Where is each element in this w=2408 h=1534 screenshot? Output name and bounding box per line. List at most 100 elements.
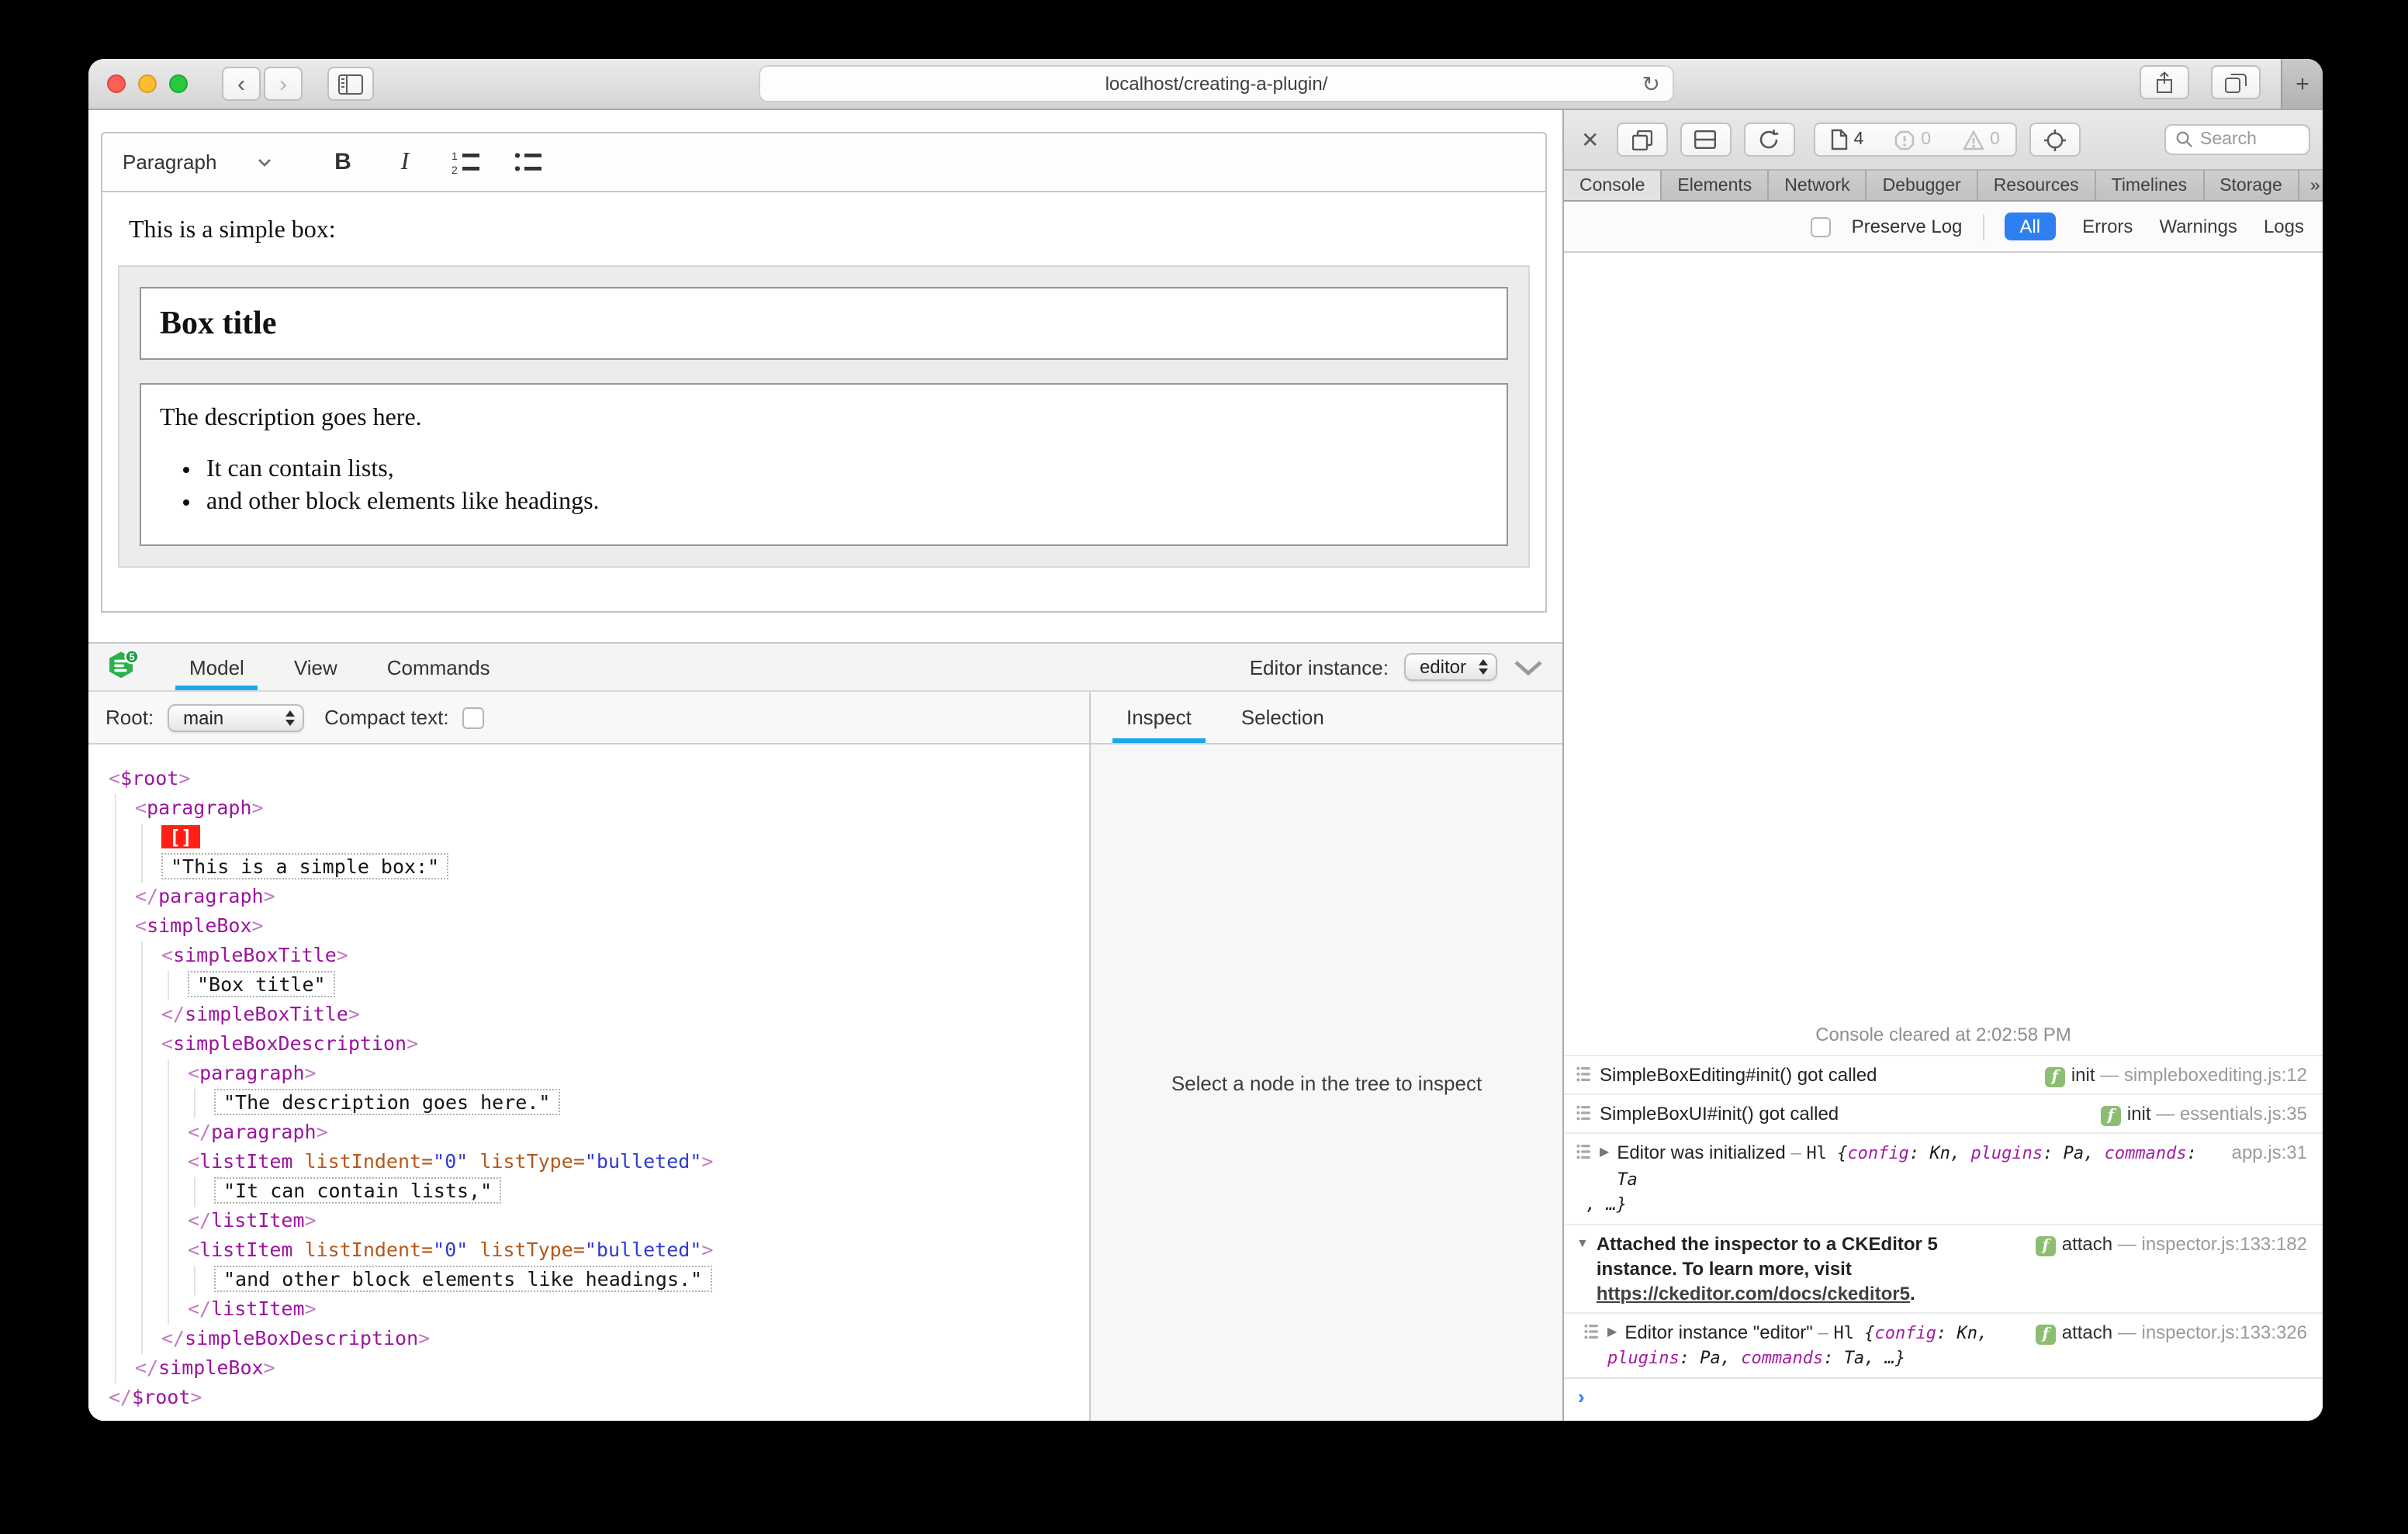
new-tab-button[interactable]: +	[2281, 59, 2323, 109]
zoom-window-button[interactable]	[169, 74, 188, 93]
list-item[interactable]: and other block elements like headings.	[206, 489, 1488, 517]
element-node-open[interactable]: <paragraph>	[188, 1059, 1089, 1089]
element-node-open[interactable]: <simpleBox>	[135, 912, 1089, 941]
console-entry[interactable]: ▼ Attached the inspector to a CKEditor 5 …	[1564, 1224, 2323, 1312]
console-link[interactable]: https://ckeditor.com/docs/ckeditor5	[1597, 1283, 1910, 1304]
sidebar-toggle-button[interactable]	[327, 67, 374, 101]
side-tab-selection[interactable]: Selection	[1227, 692, 1338, 743]
collapse-inspector-icon[interactable]	[1513, 658, 1544, 675]
more-tabs-button[interactable]: »	[2299, 171, 2323, 200]
devtools-tab-network[interactable]: Network	[1769, 171, 1867, 200]
console-entry[interactable]: ▶ Editor instance "editor" – Hl {config: …	[1564, 1312, 2323, 1377]
undock-button[interactable]	[1616, 123, 1668, 157]
console-entry[interactable]: ▶ Editor was initialized – Hl {config: Kn…	[1564, 1132, 2323, 1224]
element-node-open[interactable]: <$root>	[109, 765, 1089, 794]
model-tree[interactable]: <$root> <paragraph>[] "This is a simple bo…	[88, 745, 1091, 1421]
simple-box-description[interactable]: The description goes here. It can contai…	[140, 383, 1508, 546]
element-node-open[interactable]: <simpleBoxDescription>	[161, 1030, 1089, 1059]
console-location[interactable]: f attach — inspector.js:133:326	[2035, 1320, 2307, 1345]
inspector-tab-view[interactable]: View	[280, 644, 351, 690]
scope-errors[interactable]: Errors	[2082, 216, 2133, 237]
element-node-close[interactable]: </simpleBoxDescription>	[161, 1325, 1089, 1354]
list-item[interactable]: It can contain lists,	[206, 456, 1488, 484]
forward-button[interactable]: ›	[264, 67, 303, 101]
element-node-open[interactable]: <listItem listIndent="0" listType="bulle…	[188, 1236, 1089, 1266]
disclosure-collapsed-icon[interactable]: ▶	[1600, 1140, 1609, 1165]
element-node-close[interactable]: </simpleBoxTitle>	[161, 1000, 1089, 1030]
numbered-list-button[interactable]: 12	[450, 150, 484, 174]
element-node-close[interactable]: </$root>	[109, 1384, 1089, 1413]
element-node-close[interactable]: </paragraph>	[188, 1118, 1089, 1148]
simple-box-widget[interactable]: Box title The description goes here. It …	[118, 265, 1530, 568]
bold-button[interactable]: B	[326, 149, 360, 175]
close-inspector-button[interactable]: ✕	[1576, 126, 1604, 153]
disclosure-collapsed-icon[interactable]: ▶	[1607, 1320, 1617, 1345]
function-badge-icon: f	[2035, 1325, 2056, 1345]
devtools-tab-console[interactable]: Console	[1564, 171, 1662, 200]
back-button[interactable]: ‹	[222, 67, 261, 101]
minimize-window-button[interactable]	[138, 74, 157, 93]
text-node[interactable]: "The description goes here."	[214, 1089, 1089, 1118]
address-bar[interactable]: localhost/creating-a-plugin/ ↻	[759, 65, 1674, 102]
devtools-tab-debugger[interactable]: Debugger	[1867, 171, 1978, 200]
inspector-tab-commands[interactable]: Commands	[373, 644, 504, 690]
compact-text-checkbox[interactable]	[462, 707, 485, 728]
object-preview[interactable]: Hl {config: Kn,	[1834, 1323, 1988, 1343]
preserve-log-checkbox[interactable]	[1811, 216, 1832, 237]
inspector-header: 5 Model View Commands Editor instance: edi…	[88, 644, 1562, 692]
side-tab-inspect[interactable]: Inspect	[1112, 692, 1206, 743]
description-text[interactable]: The description goes here.	[160, 405, 1488, 433]
console-prompt[interactable]: ›	[1564, 1377, 2323, 1421]
console-location[interactable]: f attach — inspector.js:133:182	[2035, 1232, 2307, 1256]
element-node-close[interactable]: </paragraph>	[135, 883, 1089, 912]
box-title-text[interactable]: Box title	[160, 304, 1488, 343]
element-node-close[interactable]: </simpleBox>	[135, 1354, 1089, 1384]
close-window-button[interactable]	[107, 74, 126, 93]
share-button[interactable]	[2140, 65, 2189, 99]
text-node[interactable]: "It can contain lists,"	[214, 1177, 1089, 1207]
root-label: Root:	[106, 706, 154, 729]
intro-paragraph[interactable]: This is a simple box:	[129, 217, 1519, 245]
console-entry[interactable]: SimpleBoxUI#init() got called f init — ess…	[1564, 1093, 2323, 1132]
bulleted-list-button[interactable]	[512, 150, 546, 174]
scope-warnings[interactable]: Warnings	[2159, 216, 2237, 237]
console-location[interactable]: app.js:31	[2232, 1140, 2307, 1165]
italic-button[interactable]: I	[388, 148, 422, 176]
text-node[interactable]: "Box title"	[188, 971, 1089, 1000]
reload-page-button[interactable]	[1743, 123, 1795, 157]
element-node-open[interactable]: <paragraph>	[135, 794, 1089, 824]
editor-instance-select[interactable]: editor	[1403, 653, 1497, 681]
element-node-open[interactable]: <simpleBoxTitle>	[161, 941, 1089, 971]
element-picker-button[interactable]	[2029, 123, 2081, 157]
simple-box-title[interactable]: Box title	[140, 287, 1508, 360]
error-count-button[interactable]: 0	[1879, 130, 1946, 150]
devtools-tab-elements[interactable]: Elements	[1662, 171, 1770, 200]
console-entry[interactable]: SimpleBoxEditing#init() got called f init …	[1564, 1055, 2323, 1093]
selection-marker[interactable]: []	[161, 824, 1089, 853]
element-node-open[interactable]: <listItem listIndent="0" listType="bulle…	[188, 1148, 1089, 1177]
devtools-tab-resources[interactable]: Resources	[1978, 171, 2096, 200]
screen: ‹ › localhost/creating-a-plugin/ ↻ + Par…	[0, 0, 2408, 1534]
scope-all[interactable]: All	[2004, 212, 2057, 240]
console-location[interactable]: f init — essentials.js:35	[2100, 1101, 2307, 1126]
text-node[interactable]: "and other block elements like headings.…	[214, 1266, 1089, 1295]
editor-content[interactable]: This is a simple box: Box title The desc…	[101, 192, 1547, 613]
dock-to-bottom-button[interactable]	[1680, 123, 1732, 157]
search-field[interactable]: Search	[2164, 124, 2310, 155]
description-list[interactable]: It can contain lists, and other block ele…	[206, 456, 1488, 517]
warning-count-button[interactable]: 0	[1946, 130, 2015, 150]
element-node-close[interactable]: </listItem>	[188, 1295, 1089, 1325]
disclosure-expanded-icon[interactable]: ▼	[1576, 1232, 1589, 1256]
element-node-close[interactable]: </listItem>	[188, 1207, 1089, 1236]
paragraph-dropdown[interactable]: Paragraph	[123, 150, 298, 174]
reload-icon[interactable]: ↻	[1642, 71, 1660, 98]
tab-overview-button[interactable]	[2211, 65, 2261, 99]
scope-logs[interactable]: Logs	[2264, 216, 2304, 237]
inspector-tab-model[interactable]: Model	[175, 644, 259, 690]
page-resources-button[interactable]: 4	[1815, 129, 1879, 150]
devtools-tab-storage[interactable]: Storage	[2204, 171, 2299, 200]
console-location[interactable]: f init — simpleboxediting.js:12	[2044, 1062, 2307, 1087]
devtools-tab-timelines[interactable]: Timelines	[2096, 171, 2205, 200]
root-select[interactable]: main	[168, 703, 305, 731]
text-node[interactable]: "This is a simple box:"	[161, 853, 1089, 883]
